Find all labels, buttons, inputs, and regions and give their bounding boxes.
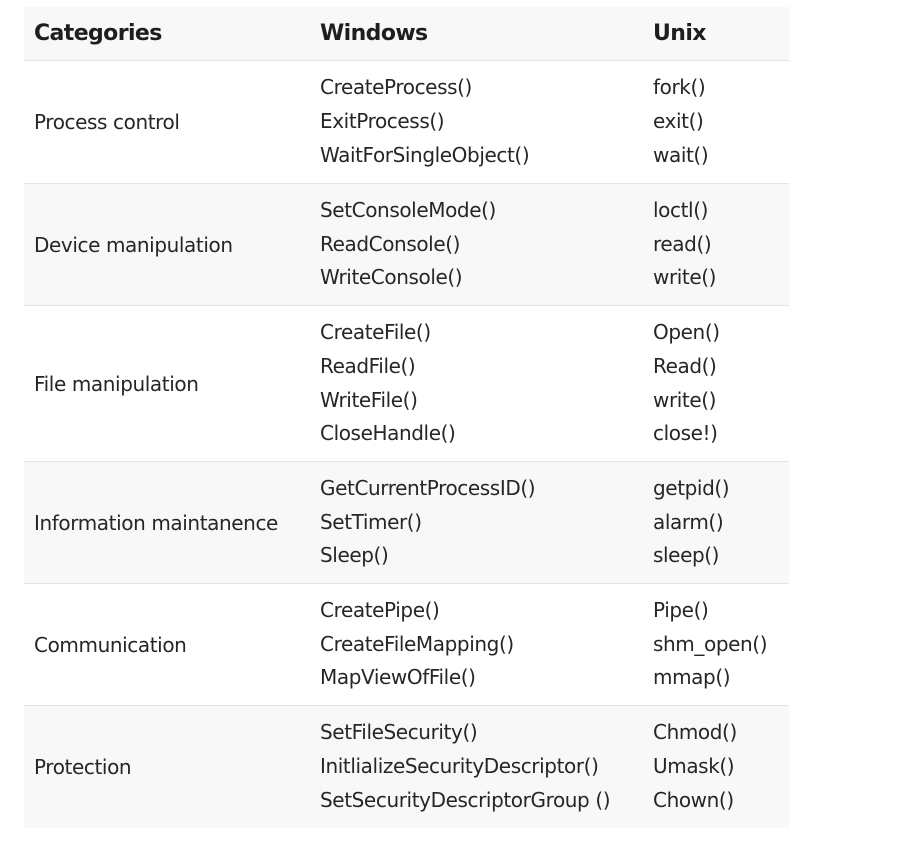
unix-call: alarm() (653, 509, 724, 534)
unix-call: exit() (653, 109, 704, 134)
windows-calls-cell: SetConsoleMode() ReadConsole() WriteCons… (310, 194, 643, 295)
unix-call: Chmod() (653, 720, 737, 745)
unix-calls-cell: loctl() read() write() (643, 194, 789, 295)
windows-calls-cell: CreatePipe() CreateFileMapping() MapView… (310, 594, 643, 695)
unix-call: mmap() (653, 665, 731, 690)
windows-calls-cell: CreateProcess() ExitProcess() WaitForSin… (310, 71, 643, 172)
table-row: Process control CreateProcess() ExitProc… (24, 61, 789, 184)
windows-call: SetFileSecurity() (320, 720, 478, 745)
windows-call: InitlializeSecurityDescriptor() (320, 754, 599, 779)
unix-call: shm_open() (653, 631, 768, 656)
unix-call: write() (653, 387, 717, 412)
unix-calls-cell: fork() exit() wait() (643, 71, 789, 172)
windows-call: Sleep() (320, 543, 389, 568)
windows-calls-cell: GetCurrentProcessID() SetTimer() Sleep() (310, 472, 643, 573)
category-cell: Protection (34, 755, 132, 779)
windows-call: ReadFile() (320, 353, 416, 378)
category-cell: Information maintanence (34, 510, 278, 535)
unix-call: Pipe() (653, 597, 709, 622)
unix-call: fork() (653, 75, 706, 100)
windows-call: MapViewOfFile() (320, 665, 476, 690)
category-cell: Device manipulation (34, 232, 233, 257)
category-cell: Communication (34, 632, 187, 657)
windows-call: CloseHandle() (320, 421, 456, 446)
unix-calls-cell: Pipe() shm_open() mmap() (643, 594, 789, 695)
windows-calls-cell: SetFileSecurity() InitlializeSecurityDes… (310, 716, 643, 817)
windows-call: WriteFile() (320, 387, 418, 412)
category-cell: Process control (34, 110, 180, 134)
table-row: Information maintanence GetCurrentProces… (24, 462, 789, 584)
header-categories: Categories (34, 21, 162, 46)
table-row: File manipulation CreateFile() ReadFile(… (24, 306, 789, 462)
unix-call: sleep() (653, 543, 720, 568)
windows-call: WriteConsole() (320, 265, 463, 290)
unix-call: read() (653, 231, 712, 256)
unix-calls-cell: Chmod() Umask() Chown() (643, 716, 789, 817)
windows-call: SetSecurityDescriptorGroup () (320, 787, 611, 812)
table-header-row: Categories Windows Unix (24, 7, 789, 61)
unix-call: loctl() (653, 197, 708, 222)
windows-call: CreateFile() (320, 320, 431, 345)
unix-call: write() (653, 265, 717, 290)
windows-calls-cell: CreateFile() ReadFile() WriteFile() Clos… (310, 316, 643, 451)
windows-call: CreateProcess() (320, 75, 472, 100)
header-windows: Windows (320, 21, 428, 46)
unix-calls-cell: getpid() alarm() sleep() (643, 472, 789, 573)
windows-call: WaitForSingleObject() (320, 142, 530, 167)
windows-call: CreateFileMapping() (320, 631, 514, 656)
windows-call: ReadConsole() (320, 231, 461, 256)
unix-call: getpid() (653, 475, 730, 500)
category-cell: File manipulation (34, 371, 199, 396)
unix-call: Read() (653, 353, 717, 378)
unix-call: wait() (653, 142, 709, 167)
windows-call: SetConsoleMode() (320, 197, 496, 222)
unix-call: Umask() (653, 754, 735, 779)
windows-call: ExitProcess() (320, 109, 445, 134)
windows-call: SetTimer() (320, 509, 422, 534)
table-row: Device manipulation SetConsoleMode() Rea… (24, 184, 789, 306)
unix-calls-cell: Open() Read() write() close!) (643, 316, 789, 451)
windows-call: CreatePipe() (320, 597, 440, 622)
windows-call: GetCurrentProcessID() (320, 475, 536, 500)
table-row: Communication CreatePipe() CreateFileMap… (24, 584, 789, 706)
table-row: Protection SetFileSecurity() Initlialize… (24, 706, 789, 828)
unix-call: close!) (653, 421, 718, 446)
header-unix: Unix (653, 21, 706, 46)
unix-call: Open() (653, 320, 720, 345)
unix-call: Chown() (653, 787, 734, 812)
system-calls-table: Categories Windows Unix Process control … (24, 7, 789, 828)
